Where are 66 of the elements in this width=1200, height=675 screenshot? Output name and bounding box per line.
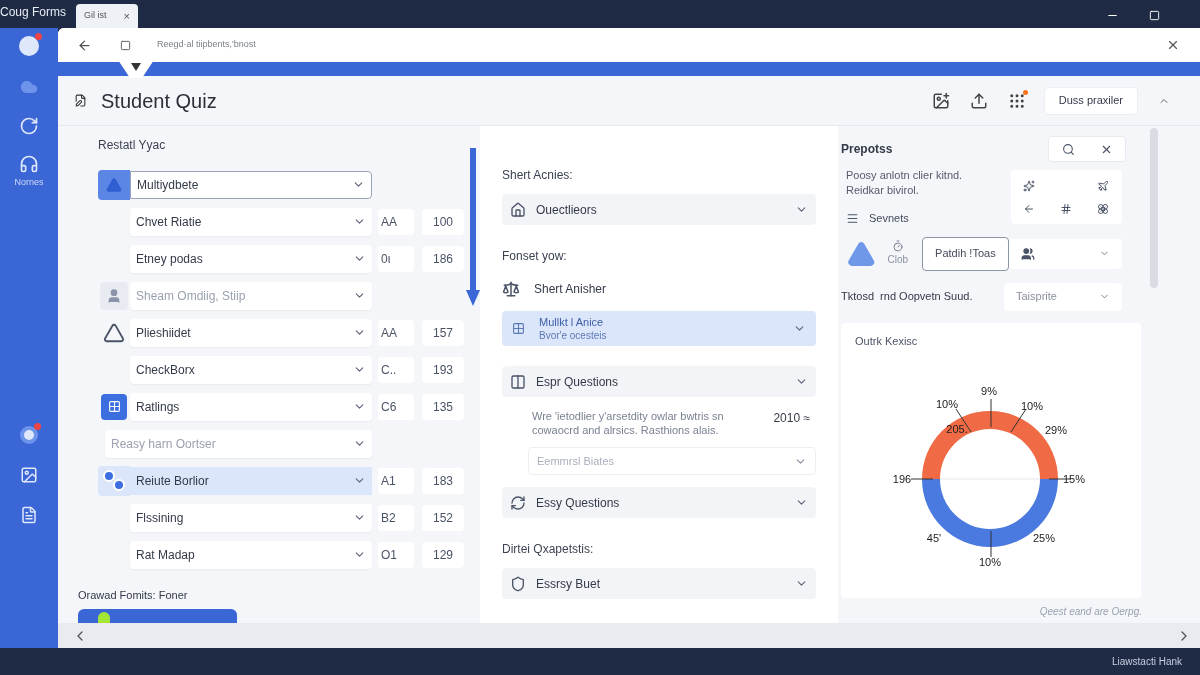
code-label: O1	[378, 541, 414, 568]
chart-value-label: 9%	[981, 383, 997, 399]
year-label: 2010 ≈	[773, 410, 810, 427]
chart-value-label: 45'	[926, 530, 942, 546]
dropdown-field[interactable]: Espr Questions	[502, 366, 816, 397]
panel-description: Poosy anlotn clier kitnd. Reidkar bivirol.	[845, 168, 964, 198]
footer-note: Qeest eand are Oerpg.	[1039, 604, 1142, 619]
section-label: Dirtei Qxapetstis:	[502, 541, 595, 558]
dropdown-field[interactable]: CheckBorx	[130, 355, 372, 384]
dropdown-field[interactable]: Chvet Riatie	[130, 207, 372, 236]
code-label: 0ι	[378, 245, 414, 272]
code-label: B2	[378, 504, 414, 531]
count-label: 193	[422, 356, 464, 383]
tab-close[interactable]: ×	[123, 7, 130, 25]
count-label: 152	[422, 504, 464, 531]
section-label: Shert Acnies:	[502, 167, 574, 184]
panel-heading: Prepotss	[841, 141, 893, 158]
code-label: A1	[378, 467, 414, 494]
chart-value-label: 15%	[1063, 471, 1085, 487]
app-title: Coug Forms	[0, 4, 68, 21]
browser-tab[interactable]: Gil ist ×	[76, 4, 138, 28]
option-title: Mullkt l Anice	[539, 315, 605, 329]
taskbar-text: Liawstacti Hank	[1111, 655, 1182, 669]
dropdown-field[interactable]: Flssining	[130, 503, 372, 532]
dropdown-field[interactable]: Reiute Borlior	[130, 466, 372, 495]
address-text: Reegd·al tiipbents,'bnost	[157, 38, 256, 52]
count-label: 183	[422, 467, 464, 494]
dropdown-field[interactable]: Etney podas	[130, 244, 372, 273]
dropdown-field[interactable]: Essrsy Buet	[502, 568, 816, 599]
preview-button[interactable]: Duss praxiler	[1043, 86, 1138, 115]
chart-value-label: 10%	[936, 396, 958, 412]
code-label: C6	[378, 393, 414, 420]
chart-title: Outrk Kexisc	[855, 333, 918, 349]
count-label: 157	[422, 319, 464, 346]
list-item[interactable]: Shert Anisher	[502, 275, 816, 303]
icon-caption: Clob	[887, 253, 909, 267]
code-label: AA	[378, 208, 414, 235]
code-label: C..	[378, 356, 414, 383]
dropdown-field[interactable]: Mullkt l Anice Bvor'e ocesteis	[502, 311, 816, 346]
description-text: Wre 'ietodlier y'arsetdity owlar bwtris sn cowaocrd and alrsics. Rasthions alais.	[532, 409, 725, 437]
chart-value-label: 205.	[946, 421, 968, 437]
action-button[interactable]: Patdih !Toas	[922, 236, 1009, 271]
chart-value-label: 10%	[979, 554, 1001, 570]
footer-label: Orawad Fomits: Foner	[78, 588, 189, 603]
sidebar-label: Nornes	[14, 176, 44, 189]
dropdown-field[interactable]: Plieshiidet	[130, 318, 372, 347]
dropdown-field[interactable]: Ouectlieors	[502, 194, 816, 225]
caption-text: Tktosd rnd Oopvetn Suud.	[841, 289, 973, 305]
dropdown-field[interactable]: Multiydbete	[130, 170, 372, 199]
section-heading: Restatl Yyac	[98, 137, 167, 154]
dropdown-field[interactable]: Ratlings	[130, 392, 372, 421]
chart-value-label: 196	[892, 471, 912, 487]
option-subtitle: Bvor'e ocesteis	[539, 328, 608, 342]
dropdown-field[interactable]: Essy Questions	[502, 487, 816, 518]
page-title: Student Quiz	[101, 88, 217, 114]
count-label: 135	[422, 393, 464, 420]
count-label: 186	[422, 245, 464, 272]
chart-value-label: 25%	[1033, 530, 1055, 546]
dropdown-field[interactable]: Rat Madap	[130, 540, 372, 569]
chart-value-label: 10%	[1021, 398, 1043, 414]
chart-value-label: 29%	[1045, 422, 1067, 438]
menu-label: Sevnets	[869, 211, 909, 226]
section-label: Fonset yow:	[502, 248, 568, 265]
code-label: AA	[378, 319, 414, 346]
count-label: 100	[422, 208, 464, 235]
count-label: 129	[422, 541, 464, 568]
